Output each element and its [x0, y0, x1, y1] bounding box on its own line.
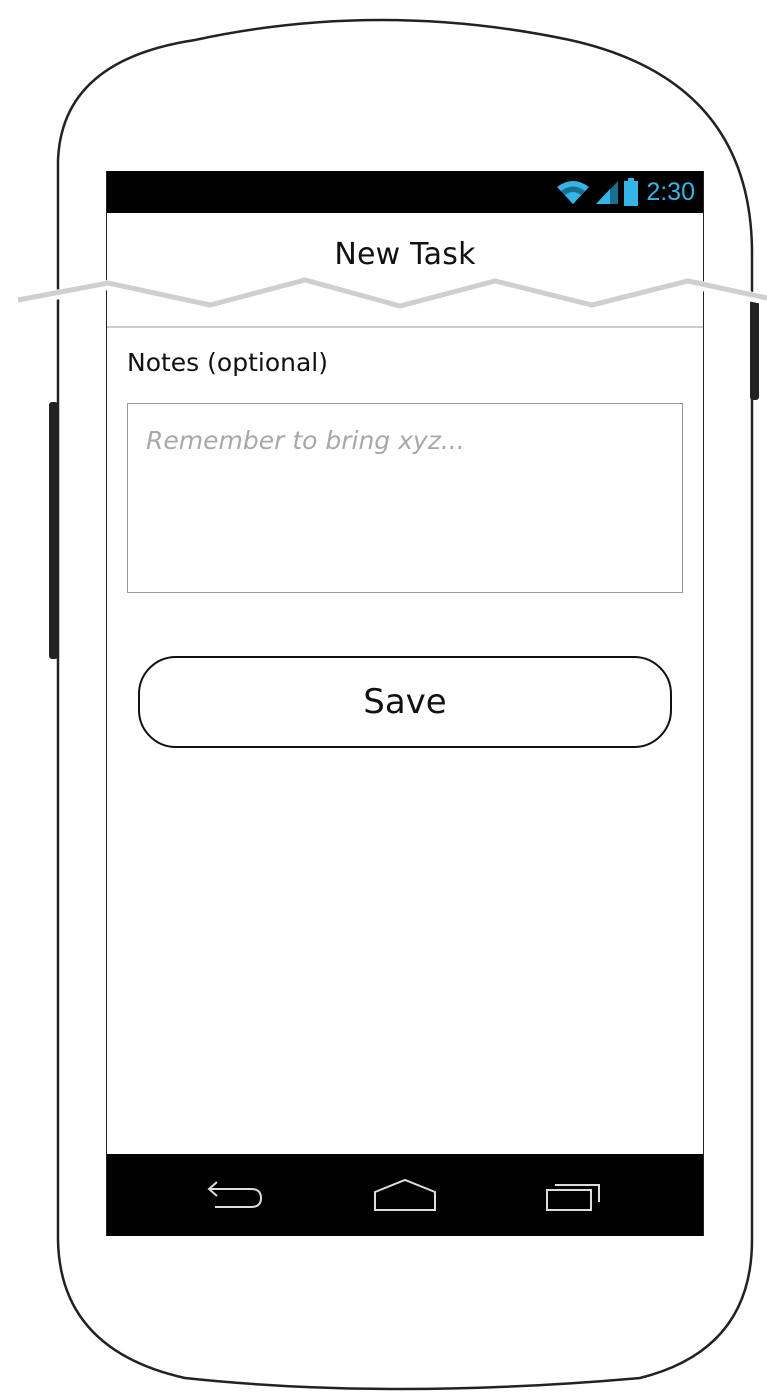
back-button[interactable] — [176, 1154, 296, 1236]
status-bar: 2:30 — [107, 171, 703, 213]
notes-input[interactable] — [127, 403, 683, 593]
page-title: New Task — [334, 237, 476, 272]
title-bar: New Task — [107, 213, 703, 287]
signal-icon — [596, 181, 619, 204]
recent-apps-icon — [546, 1184, 600, 1211]
status-time: 2:30 — [646, 178, 695, 206]
wifi-icon — [557, 181, 590, 204]
notes-label: Notes (optional) — [127, 348, 328, 377]
save-button[interactable]: Save — [138, 656, 672, 748]
device-screen: 2:30 New Task Notes (optional) Save — [106, 171, 704, 1236]
home-icon — [374, 1178, 436, 1211]
home-button[interactable] — [345, 1154, 465, 1236]
back-icon — [207, 1181, 263, 1208]
status-icons: 2:30 — [556, 176, 695, 208]
battery-icon — [624, 178, 639, 206]
volume-key — [49, 402, 58, 659]
title-divider — [107, 326, 703, 328]
power-key — [750, 300, 759, 400]
navigation-bar — [107, 1154, 703, 1236]
recent-apps-button[interactable] — [514, 1154, 634, 1236]
